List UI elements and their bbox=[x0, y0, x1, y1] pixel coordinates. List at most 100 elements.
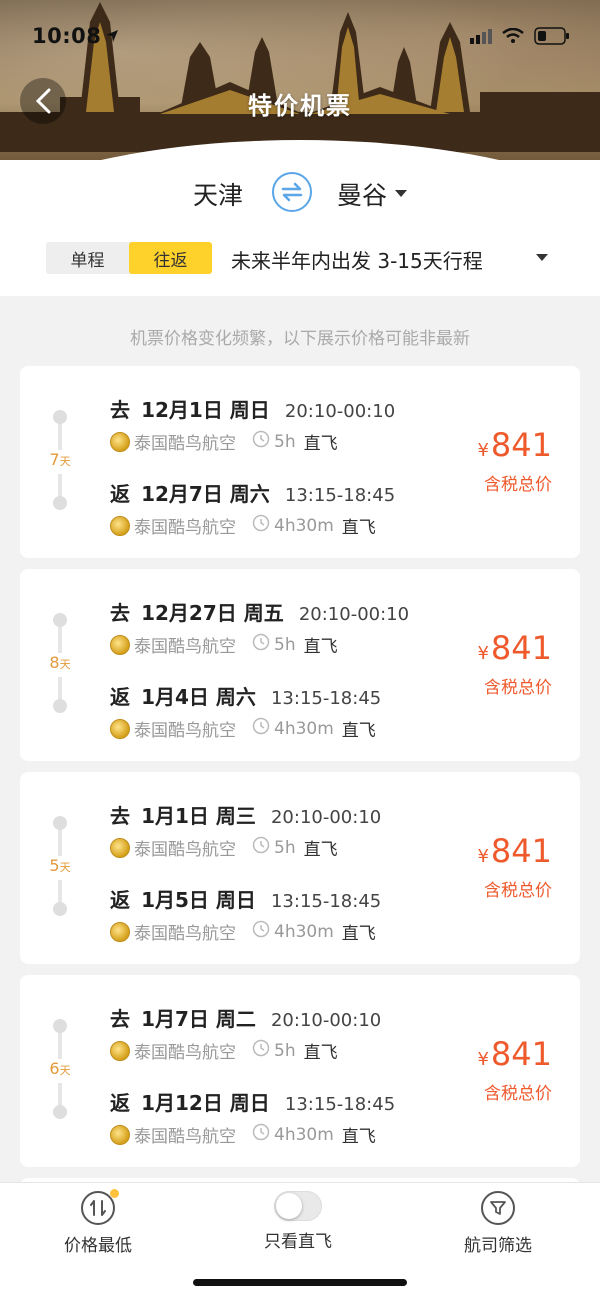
status-icons bbox=[470, 27, 570, 45]
leg-date: 返 bbox=[110, 1091, 130, 1115]
trip-days-unit: 天 bbox=[59, 455, 71, 468]
airline-name: 泰国酷鸟航空 bbox=[134, 1043, 236, 1063]
route-selector: 天津 曼谷 bbox=[0, 172, 600, 216]
trip-days: 6 bbox=[49, 1059, 60, 1078]
leg-header: 返 1月5日 周日 13:15-18:45 bbox=[110, 884, 381, 913]
notification-dot bbox=[110, 1189, 119, 1198]
location-arrow-icon bbox=[106, 30, 119, 42]
leg-time: 20:10-00:10 bbox=[270, 807, 382, 828]
duration-text: 4h30m bbox=[274, 1124, 334, 1145]
airline-logo-icon bbox=[110, 1124, 130, 1145]
leg-date-text: 12月7日 周六 bbox=[141, 482, 270, 506]
duration-text: 4h30m bbox=[274, 718, 334, 739]
price-block: ¥841 含税总价 bbox=[477, 832, 552, 901]
trip-length: 8天 bbox=[42, 653, 78, 677]
outbound-leg: 去 1月7日 周二 20:10-00:10 泰国酷鸟航空 5h 直飞 bbox=[110, 1003, 381, 1063]
leg-time: 13:15-18:45 bbox=[270, 891, 382, 912]
price-block: ¥841 含税总价 bbox=[477, 629, 552, 698]
airline-name: 泰国酷鸟航空 bbox=[134, 637, 236, 657]
direct-only-toggle[interactable]: 只看直飞 bbox=[264, 1191, 332, 1252]
toggle-switch[interactable] bbox=[274, 1191, 322, 1221]
trip-days: 8 bbox=[49, 653, 60, 672]
duration-text: 5h bbox=[274, 837, 296, 858]
price-amount: ¥841 bbox=[477, 832, 552, 870]
home-indicator bbox=[193, 1279, 407, 1286]
leg-time: 20:10-00:10 bbox=[270, 1010, 382, 1031]
airline-logo-icon bbox=[110, 837, 130, 858]
timeline-dot-end bbox=[53, 699, 67, 713]
outbound-leg: 去 1月1日 周三 20:10-00:10 泰国酷鸟航空 5h 直飞 bbox=[110, 800, 381, 860]
price-value: 841 bbox=[490, 1035, 552, 1073]
trip-card[interactable]: 5天 去 1月1日 周三 20:10-00:10 泰国酷鸟航空 5h 直飞 返 … bbox=[20, 772, 580, 964]
timeline-dot-end bbox=[53, 1105, 67, 1119]
timeline-dot-end bbox=[53, 496, 67, 510]
duration: 4h30m bbox=[252, 1123, 334, 1146]
airline-logo-icon bbox=[110, 718, 130, 739]
airline-name: 泰国酷鸟航空 bbox=[134, 840, 236, 860]
leg-date: 去 bbox=[110, 1007, 130, 1031]
airline-logo-icon bbox=[110, 515, 130, 536]
duration-text: 4h30m bbox=[274, 515, 334, 536]
trip-timeline: 7天 bbox=[42, 410, 78, 510]
leg-date-text: 1月7日 周二 bbox=[141, 1007, 256, 1031]
leg-date: 去 bbox=[110, 804, 130, 828]
caret-down-icon[interactable] bbox=[536, 254, 548, 262]
flight-type: 直飞 bbox=[303, 840, 338, 860]
return-leg: 返 1月4日 周六 13:15-18:45 泰国酷鸟航空 4h30m 直飞 bbox=[110, 681, 381, 741]
currency-symbol: ¥ bbox=[477, 440, 489, 461]
leg-date-text: 1月1日 周三 bbox=[141, 804, 256, 828]
leg-time: 13:15-18:45 bbox=[270, 688, 382, 709]
trip-length: 6天 bbox=[42, 1059, 78, 1083]
leg-header: 返 1月4日 周六 13:15-18:45 bbox=[110, 681, 381, 710]
leg-time: 20:10-00:10 bbox=[284, 401, 396, 422]
currency-symbol: ¥ bbox=[477, 643, 489, 664]
flight-type: 直飞 bbox=[303, 1043, 338, 1063]
duration-text: 5h bbox=[274, 1040, 296, 1061]
round-trip-option[interactable]: 往返 bbox=[129, 242, 212, 274]
leg-date: 去 bbox=[110, 601, 130, 625]
airline-filter-button[interactable]: 航司筛选 bbox=[464, 1191, 532, 1256]
trip-timeline: 6天 bbox=[42, 1019, 78, 1119]
page-title: 特价机票 bbox=[248, 92, 352, 120]
status-time: 10:08 bbox=[32, 24, 119, 48]
trip-timeline: 8天 bbox=[42, 613, 78, 713]
leg-meta: 泰国酷鸟航空 4h30m 直飞 bbox=[110, 919, 381, 944]
leg-header: 去 12月27日 周五 20:10-00:10 bbox=[110, 597, 409, 626]
price-block: ¥841 含税总价 bbox=[477, 426, 552, 495]
trip-card[interactable]: 6天 去 1月7日 周二 20:10-00:10 泰国酷鸟航空 5h 直飞 返 … bbox=[20, 975, 580, 1167]
leg-header: 去 1月1日 周三 20:10-00:10 bbox=[110, 800, 381, 829]
timeline-dot-start bbox=[53, 1019, 67, 1033]
price-note: 含税总价 bbox=[484, 678, 552, 698]
leg-header: 去 1月7日 周二 20:10-00:10 bbox=[110, 1003, 381, 1032]
duration-text: 5h bbox=[274, 431, 296, 452]
destination-city[interactable]: 曼谷 bbox=[337, 176, 408, 212]
trip-length: 5天 bbox=[42, 856, 78, 880]
swap-button[interactable] bbox=[272, 172, 312, 212]
trip-days: 7 bbox=[49, 450, 60, 469]
airline-name: 泰国酷鸟航空 bbox=[134, 518, 236, 538]
flight-type: 直飞 bbox=[341, 721, 376, 741]
leg-date-text: 1月5日 周日 bbox=[141, 888, 256, 912]
timeline-dot-start bbox=[53, 613, 67, 627]
trip-timeline: 5天 bbox=[42, 816, 78, 916]
trip-card[interactable]: 7天 去 12月1日 周日 20:10-00:10 泰国酷鸟航空 5h 直飞 返… bbox=[20, 366, 580, 558]
price-amount: ¥841 bbox=[477, 426, 552, 464]
clock-icon bbox=[252, 633, 270, 656]
trip-type-toggle: 单程 往返 bbox=[46, 242, 212, 274]
price-note: 含税总价 bbox=[484, 1084, 552, 1104]
origin-city[interactable]: 天津 bbox=[193, 176, 243, 212]
price-note: 含税总价 bbox=[484, 881, 552, 901]
leg-header: 返 1月12日 周日 13:15-18:45 bbox=[110, 1087, 395, 1116]
leg-date-text: 12月1日 周日 bbox=[141, 398, 270, 422]
leg-meta: 泰国酷鸟航空 5h 直飞 bbox=[110, 1038, 381, 1063]
sort-price-lowest-button[interactable]: 价格最低 bbox=[64, 1189, 132, 1256]
airline-logo-icon bbox=[110, 1040, 130, 1061]
clock-icon bbox=[252, 717, 270, 740]
clock-icon bbox=[252, 430, 270, 453]
one-way-option[interactable]: 单程 bbox=[46, 242, 129, 274]
leg-date: 返 bbox=[110, 482, 130, 506]
price-value: 841 bbox=[490, 629, 552, 667]
trip-card[interactable]: 8天 去 12月27日 周五 20:10-00:10 泰国酷鸟航空 5h 直飞 … bbox=[20, 569, 580, 761]
duration: 5h bbox=[252, 633, 296, 656]
date-range-selector[interactable]: 未来半年内出发 3-15天行程 bbox=[231, 245, 483, 274]
